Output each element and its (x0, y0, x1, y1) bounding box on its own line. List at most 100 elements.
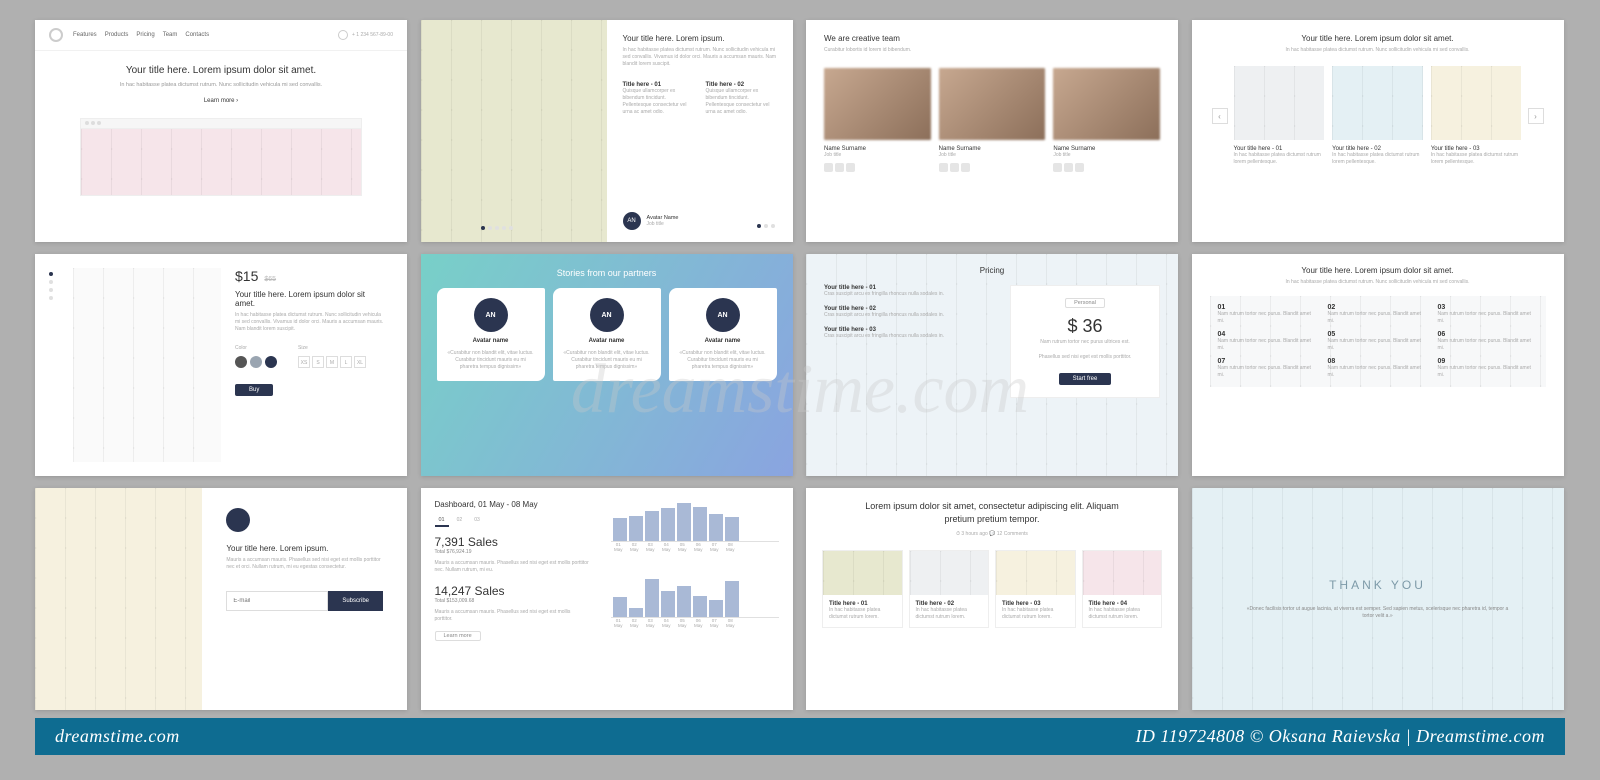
social-icon[interactable] (961, 163, 970, 172)
pricing-card: Personal $ 36 Nam rutrum tortor nec puru… (1010, 285, 1160, 398)
quote-text: «Curabitur non blandit elit, vitae luctu… (447, 350, 535, 371)
tab[interactable]: 02 (453, 515, 467, 527)
size-option[interactable]: XL (354, 356, 366, 368)
thankyou-quote: «Donec facilisis tortor ut augue lacinia… (1242, 606, 1514, 620)
slide-4-gallery: Your title here. Lorem ipsum dolor sit a… (1192, 20, 1564, 242)
avatar-name: Avatar Name (647, 215, 679, 221)
social-icon[interactable] (1053, 163, 1062, 172)
nav-item[interactable]: Contacts (185, 32, 209, 38)
carousel-dot[interactable] (757, 224, 761, 228)
price-note-2: Phasellus sed nisi eget est mollis portt… (1023, 354, 1147, 361)
social-icon[interactable] (835, 163, 844, 172)
logo-icon (226, 508, 250, 532)
slide-10-dashboard: Dashboard, 01 May - 08 May 01 02 03 7,39… (421, 488, 793, 710)
subscribe-body: Mauris a accumsan mauris. Phasellus sed … (226, 557, 383, 571)
axis-label: 04 May (659, 542, 673, 552)
email-field[interactable] (226, 591, 328, 611)
thankyou-title: THANK YOU (1329, 578, 1426, 592)
start-free-button[interactable]: Start free (1059, 373, 1112, 385)
avatar-name: Avatar name (447, 338, 535, 344)
feature-item: 01Nam rutrum tortor nec purus. Blandit a… (1218, 304, 1318, 325)
bar (645, 579, 659, 617)
quote-text: «Curabitur non blandit elit, vitae luctu… (679, 350, 767, 371)
blog-card[interactable]: Title here - 03In hac habitasse platea d… (995, 550, 1076, 628)
color-label: Color (235, 345, 280, 352)
learn-more-button[interactable]: Learn more › (75, 98, 367, 104)
gallery-title: Your title here. Lorem ipsum dolor sit a… (1212, 34, 1544, 43)
size-option[interactable]: S (312, 356, 324, 368)
footer-left: dreamstime.com (55, 726, 180, 747)
buy-button[interactable]: Buy (235, 384, 273, 396)
learn-more-button[interactable]: Learn more (435, 631, 481, 641)
axis-label: 05 May (675, 542, 689, 552)
carousel-dot[interactable] (764, 224, 768, 228)
feature-illustration (421, 20, 607, 242)
social-icon[interactable] (939, 163, 948, 172)
bar (629, 608, 643, 617)
size-label: Size (298, 345, 368, 352)
axis-label: 04 May (659, 618, 673, 628)
gallery-item: Your title here - 02In hac habitasse pla… (1332, 66, 1423, 166)
bar (693, 507, 707, 541)
slide-12-thankyou: THANK YOU «Donec facilisis tortor ut aug… (1192, 488, 1564, 710)
slide-6-testimonials: Stories from our partners AN Avatar name… (421, 254, 793, 476)
thumb-dot[interactable] (49, 296, 53, 300)
nav-item[interactable]: Products (105, 32, 129, 38)
size-option[interactable]: XS (298, 356, 310, 368)
bar-chart-1: 01 May02 May03 May04 May05 May06 May07 M… (603, 500, 778, 552)
member-job: Job title (939, 152, 1046, 159)
social-icon[interactable] (1075, 163, 1084, 172)
bar (645, 511, 659, 541)
next-button[interactable]: › (1528, 108, 1544, 124)
slide-8-numbered-grid: Your title here. Lorem ipsum dolor sit a… (1192, 254, 1564, 476)
phone-icon (338, 30, 348, 40)
tab[interactable]: 03 (470, 515, 484, 527)
old-price: $65 (264, 276, 276, 283)
axis-label: 07 May (707, 542, 721, 552)
blog-card[interactable]: Title here - 04In hac habitasse platea d… (1082, 550, 1163, 628)
blog-card[interactable]: Title here - 02In hac habitasse platea d… (909, 550, 990, 628)
feature-item: 06Nam rutrum tortor nec purus. Blandit a… (1438, 331, 1538, 352)
avatar-icon: AN (623, 212, 641, 230)
nav-item[interactable]: Pricing (136, 32, 154, 38)
social-icon[interactable] (1064, 163, 1073, 172)
subscribe-illustration (35, 488, 202, 710)
axis-label: 06 May (691, 542, 705, 552)
blog-card[interactable]: Title here - 01In hac habitasse platea d… (822, 550, 903, 628)
social-icon[interactable] (824, 163, 833, 172)
bar (613, 518, 627, 541)
size-option[interactable]: L (340, 356, 352, 368)
axis-label: 02 May (627, 542, 641, 552)
color-swatch[interactable] (250, 356, 262, 368)
slide-2-feature: Your title here. Lorem ipsum. In hac hab… (421, 20, 793, 242)
stock-footer: dreamstime.com ID 119724808 © Oksana Rai… (35, 718, 1565, 755)
thumb-dot[interactable] (49, 288, 53, 292)
bar (661, 508, 675, 541)
axis-label: 01 May (611, 618, 625, 628)
testimonial-card: AN Avatar name «Curabitur non blandit el… (553, 288, 661, 381)
grid-title: Your title here. Lorem ipsum dolor sit a… (1210, 266, 1546, 275)
thumb-dot[interactable] (49, 272, 53, 276)
color-swatch[interactable] (265, 356, 277, 368)
axis-label: 06 May (691, 618, 705, 628)
social-icon[interactable] (846, 163, 855, 172)
axis-label: 02 May (627, 618, 641, 628)
testimonials-title: Stories from our partners (437, 268, 777, 278)
page-lead: In hac habitasse platea dictumst rutrum.… (75, 82, 367, 90)
phone-number: + 1 234 567-89-00 (352, 32, 393, 39)
color-swatch[interactable] (235, 356, 247, 368)
carousel-dot[interactable] (771, 224, 775, 228)
thumb-dot[interactable] (49, 280, 53, 284)
prev-button[interactable]: ‹ (1212, 108, 1228, 124)
blog-title: Lorem ipsum dolor sit amet, consectetur … (852, 500, 1132, 525)
feature-title: Your title here. Lorem ipsum. (623, 34, 777, 43)
subscribe-button[interactable]: Subscribe (328, 591, 383, 611)
nav-item[interactable]: Features (73, 32, 97, 38)
size-option[interactable]: M (326, 356, 338, 368)
bar (677, 586, 691, 618)
feature-item: 05Nam rutrum tortor nec purus. Blandit a… (1328, 331, 1428, 352)
social-icon[interactable] (950, 163, 959, 172)
nav-item[interactable]: Team (163, 32, 178, 38)
tab[interactable]: 01 (435, 515, 449, 527)
team-photo (1053, 68, 1160, 140)
